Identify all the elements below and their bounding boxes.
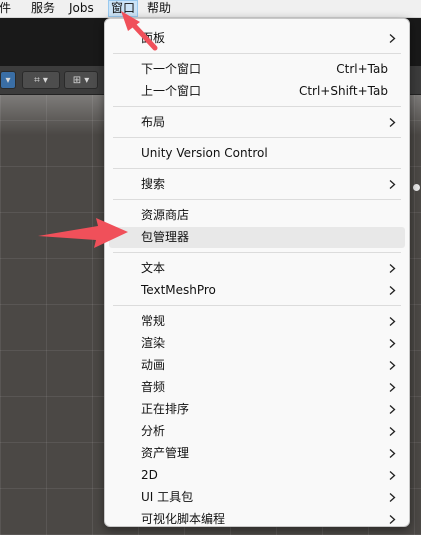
chevron-right-icon bbox=[389, 339, 396, 348]
menu-item-label: 分析 bbox=[141, 424, 166, 438]
ruler-icon: ⊞ ▾ bbox=[72, 75, 90, 86]
menu-item-unity-version-control[interactable]: Unity Version Control bbox=[109, 143, 405, 164]
chevron-right-icon bbox=[389, 515, 396, 524]
menu-help[interactable]: 帮助 bbox=[147, 1, 171, 16]
menu-item-label: 搜索 bbox=[141, 177, 166, 191]
menu-item-label: 文本 bbox=[141, 261, 166, 275]
menu-item-text[interactable]: 文本 bbox=[109, 258, 405, 279]
grid-snap-button[interactable]: ⌗ ▾ bbox=[22, 71, 60, 89]
chevron-right-icon bbox=[389, 405, 396, 414]
chevron-down-icon: ▾ bbox=[5, 75, 11, 86]
menu-item-label: 2D bbox=[141, 468, 158, 482]
menu-item-visual-scripting[interactable]: 可视化脚本编程 bbox=[109, 509, 405, 530]
menu-item-label: 动画 bbox=[141, 358, 166, 372]
menu-item-label: 资产管理 bbox=[141, 446, 190, 460]
menu-components[interactable]: 组件 bbox=[0, 1, 11, 16]
menu-separator bbox=[113, 137, 401, 138]
menu-item-rendering[interactable]: 渲染 bbox=[109, 333, 405, 354]
menu-item-shortcut: Ctrl+Shift+Tab bbox=[298, 84, 388, 98]
menu-item-label: 上一个窗口 bbox=[141, 84, 202, 98]
menu-item-label: 可视化脚本编程 bbox=[141, 512, 226, 526]
menu-item-label: 渲染 bbox=[141, 336, 166, 350]
chevron-right-icon bbox=[389, 361, 396, 370]
chevron-right-icon bbox=[389, 34, 396, 43]
menu-item-general[interactable]: 常规 bbox=[109, 311, 405, 332]
menu-item-label: 资源商店 bbox=[141, 208, 190, 222]
menu-item-ui-toolkit[interactable]: UI 工具包 bbox=[109, 487, 405, 508]
menu-item-label: 音频 bbox=[141, 380, 166, 394]
menu-separator bbox=[113, 305, 401, 306]
grid-icon: ⌗ ▾ bbox=[34, 75, 48, 86]
menu-separator bbox=[113, 53, 401, 54]
menu-separator bbox=[113, 199, 401, 200]
menu-item-package-manager[interactable]: 包管理器 bbox=[109, 227, 405, 248]
menu-item-textmeshpro[interactable]: TextMeshPro bbox=[109, 280, 405, 301]
chevron-right-icon bbox=[389, 118, 396, 127]
menu-item-label: 正在排序 bbox=[141, 402, 190, 416]
menu-item-previous-window[interactable]: 上一个窗口 Ctrl+Shift+Tab bbox=[109, 81, 405, 102]
chevron-right-icon bbox=[389, 180, 396, 189]
chevron-right-icon bbox=[389, 286, 396, 295]
menu-services[interactable]: 服务 bbox=[31, 1, 55, 16]
chevron-right-icon bbox=[389, 383, 396, 392]
menu-item-label: 包管理器 bbox=[141, 230, 190, 244]
menu-item-search[interactable]: 搜索 bbox=[109, 174, 405, 195]
menu-item-label: Unity Version Control bbox=[141, 146, 268, 160]
menu-jobs[interactable]: Jobs bbox=[69, 1, 94, 16]
menu-bar: 组件 服务 Jobs 窗口 帮助 bbox=[0, 0, 421, 18]
menu-window[interactable]: 窗口 bbox=[107, 0, 139, 17]
tool-dropdown-button[interactable]: ▾ bbox=[0, 71, 16, 89]
chevron-right-icon bbox=[389, 493, 396, 502]
menu-item-audio[interactable]: 音频 bbox=[109, 377, 405, 398]
chevron-right-icon bbox=[389, 449, 396, 458]
chevron-right-icon bbox=[389, 264, 396, 273]
menu-separator bbox=[113, 106, 401, 107]
menu-item-label: 常规 bbox=[141, 314, 166, 328]
menu-item-label: 下一个窗口 bbox=[141, 62, 202, 76]
menu-item-analysis[interactable]: 分析 bbox=[109, 421, 405, 442]
menu-item-animation[interactable]: 动画 bbox=[109, 355, 405, 376]
chevron-right-icon bbox=[389, 427, 396, 436]
menu-item-layouts[interactable]: 布局 bbox=[109, 112, 405, 133]
menu-item-next-window[interactable]: 下一个窗口 Ctrl+Tab bbox=[109, 59, 405, 80]
menu-item-label: 布局 bbox=[141, 115, 166, 129]
scene-gizmo-dot bbox=[413, 184, 420, 191]
menu-item-label: TextMeshPro bbox=[141, 283, 216, 297]
menu-separator bbox=[113, 168, 401, 169]
menu-item-panels[interactable]: 面板 bbox=[109, 28, 405, 49]
menu-item-asset-management[interactable]: 资产管理 bbox=[109, 443, 405, 464]
menu-item-2d[interactable]: 2D bbox=[109, 465, 405, 486]
window-menu-dropdown: 面板下一个窗口 Ctrl+Tab 上一个窗口 Ctrl+Shift+Tab 布局 Unit… bbox=[104, 18, 410, 527]
menu-item-label: 面板 bbox=[141, 31, 166, 45]
menu-item-label: UI 工具包 bbox=[141, 490, 194, 504]
menu-item-asset-store[interactable]: 资源商店 bbox=[109, 205, 405, 226]
menu-item-sequencing[interactable]: 正在排序 bbox=[109, 399, 405, 420]
chevron-right-icon bbox=[389, 471, 396, 480]
increment-snap-button[interactable]: ⊞ ▾ bbox=[64, 71, 98, 89]
menu-separator bbox=[113, 252, 401, 253]
chevron-right-icon bbox=[389, 317, 396, 326]
menu-item-shortcut: Ctrl+Tab bbox=[336, 62, 388, 76]
